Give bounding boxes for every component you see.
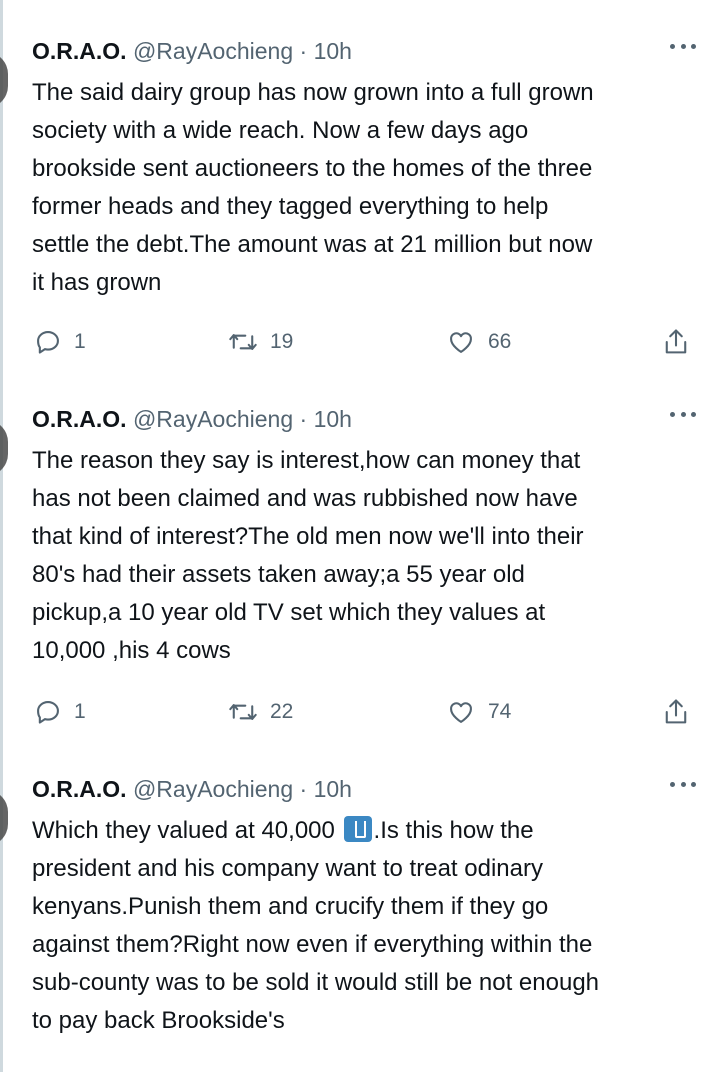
reply-count: 1 [74, 700, 86, 723]
more-options-icon[interactable] [670, 410, 696, 418]
tweet-text-line: brookside sent auctioneers to the homes … [32, 155, 593, 182]
like-count: 66 [488, 330, 512, 353]
author-name[interactable]: O.R.A.O. [32, 776, 127, 802]
separator-dot: · [299, 406, 308, 432]
tweet-text-line: The reason they say is interest,how can … [32, 447, 581, 474]
retweet-button[interactable]: 19 [228, 324, 293, 360]
retweet-icon [229, 704, 257, 720]
separator-dot: · [299, 38, 308, 64]
like-button[interactable]: 74 [446, 694, 511, 730]
tweet-text-segment: .Is this how the [373, 817, 534, 844]
reply-icon [37, 701, 59, 724]
reply-count: 1 [74, 330, 86, 353]
author-handle[interactable]: @RayAochieng [133, 406, 293, 432]
share-button[interactable] [662, 324, 690, 360]
avatar[interactable] [0, 420, 8, 476]
retweet-icon [229, 334, 257, 350]
retweet-count: 22 [270, 700, 294, 723]
tweet-text-line: has not been claimed and was rubbished n… [32, 485, 578, 512]
avatar[interactable] [0, 790, 8, 846]
timestamp[interactable]: 10h [314, 406, 352, 432]
trash-bin-icon [343, 816, 372, 842]
tweet-actions: 1 22 74 [0, 694, 724, 730]
author-name[interactable]: O.R.A.O. [32, 406, 127, 432]
share-icon [665, 699, 687, 724]
more-options-icon[interactable] [670, 780, 696, 788]
tweet-text-line: Which they valued at 40,000 .Is this how… [32, 812, 702, 850]
retweet-count: 19 [270, 330, 294, 353]
like-button[interactable]: 66 [446, 324, 511, 360]
tweet-header: O.R.A.O. @RayAochieng · 10h [32, 774, 352, 804]
share-button[interactable] [662, 694, 690, 730]
tweet-text-line: it has grown [32, 269, 162, 296]
more-options-icon[interactable] [670, 42, 696, 50]
tweet-text-line: 80's had their assets taken away;a 55 ye… [32, 561, 525, 588]
tweet-text-line: sub-county was to be sold it would still… [32, 969, 600, 996]
tweet-text-line: 10,000 ,his 4 cows [32, 637, 231, 664]
tweet-text-segment: Which they valued at 40,000 [32, 817, 342, 844]
tweet-text: Which they valued at 40,000 .Is this how… [32, 812, 702, 1040]
tweet-text-line: president and his company want to treat … [32, 855, 543, 882]
timestamp[interactable]: 10h [314, 776, 352, 802]
like-count: 74 [488, 700, 512, 723]
tweet-text: The reason they say is interest,how can … [32, 442, 702, 670]
tweet-2[interactable]: O.R.A.O. @RayAochieng · 10h The reason t… [0, 398, 724, 738]
tweet-header: O.R.A.O. @RayAochieng · 10h [32, 36, 352, 66]
tweet-text-line: to pay back Brookside's [32, 1007, 285, 1034]
tweet-header: O.R.A.O. @RayAochieng · 10h [32, 404, 352, 434]
tweet-1[interactable]: O.R.A.O. @RayAochieng · 10h The said dai… [0, 30, 724, 370]
tweet-text-line: kenyans.Punish them and crucify them if … [32, 893, 549, 920]
tweet-text-line: pickup,a 10 year old TV set which they v… [32, 599, 546, 626]
tweet-text-line: settle the debt.The amount was at 21 mil… [32, 231, 593, 258]
timestamp[interactable]: 10h [314, 38, 352, 64]
heart-icon [450, 332, 472, 353]
tweet-text-line: former heads and they tagged everything … [32, 193, 549, 220]
heart-icon [450, 702, 472, 723]
reply-button[interactable]: 1 [34, 694, 86, 730]
tweet-text-line: society with a wide reach. Now a few day… [32, 117, 529, 144]
avatar[interactable] [0, 52, 8, 108]
tweet-text: The said dairy group has now grown into … [32, 74, 702, 302]
reply-icon [37, 331, 59, 354]
tweet-text-line: The said dairy group has now grown into … [32, 79, 594, 106]
author-handle[interactable]: @RayAochieng [133, 38, 293, 64]
retweet-button[interactable]: 22 [228, 694, 293, 730]
tweet-actions: 1 19 66 [0, 324, 724, 360]
author-handle[interactable]: @RayAochieng [133, 776, 293, 802]
separator-dot: · [299, 776, 308, 802]
reply-button[interactable]: 1 [34, 324, 86, 360]
share-icon [665, 329, 687, 354]
author-name[interactable]: O.R.A.O. [32, 38, 127, 64]
tweet-text-line: against them?Right now even if everythin… [32, 931, 593, 958]
tweet-text-line: that kind of interest?The old men now we… [32, 523, 584, 550]
tweet-3[interactable]: O.R.A.O. @RayAochieng · 10h Which they v… [0, 768, 724, 1068]
